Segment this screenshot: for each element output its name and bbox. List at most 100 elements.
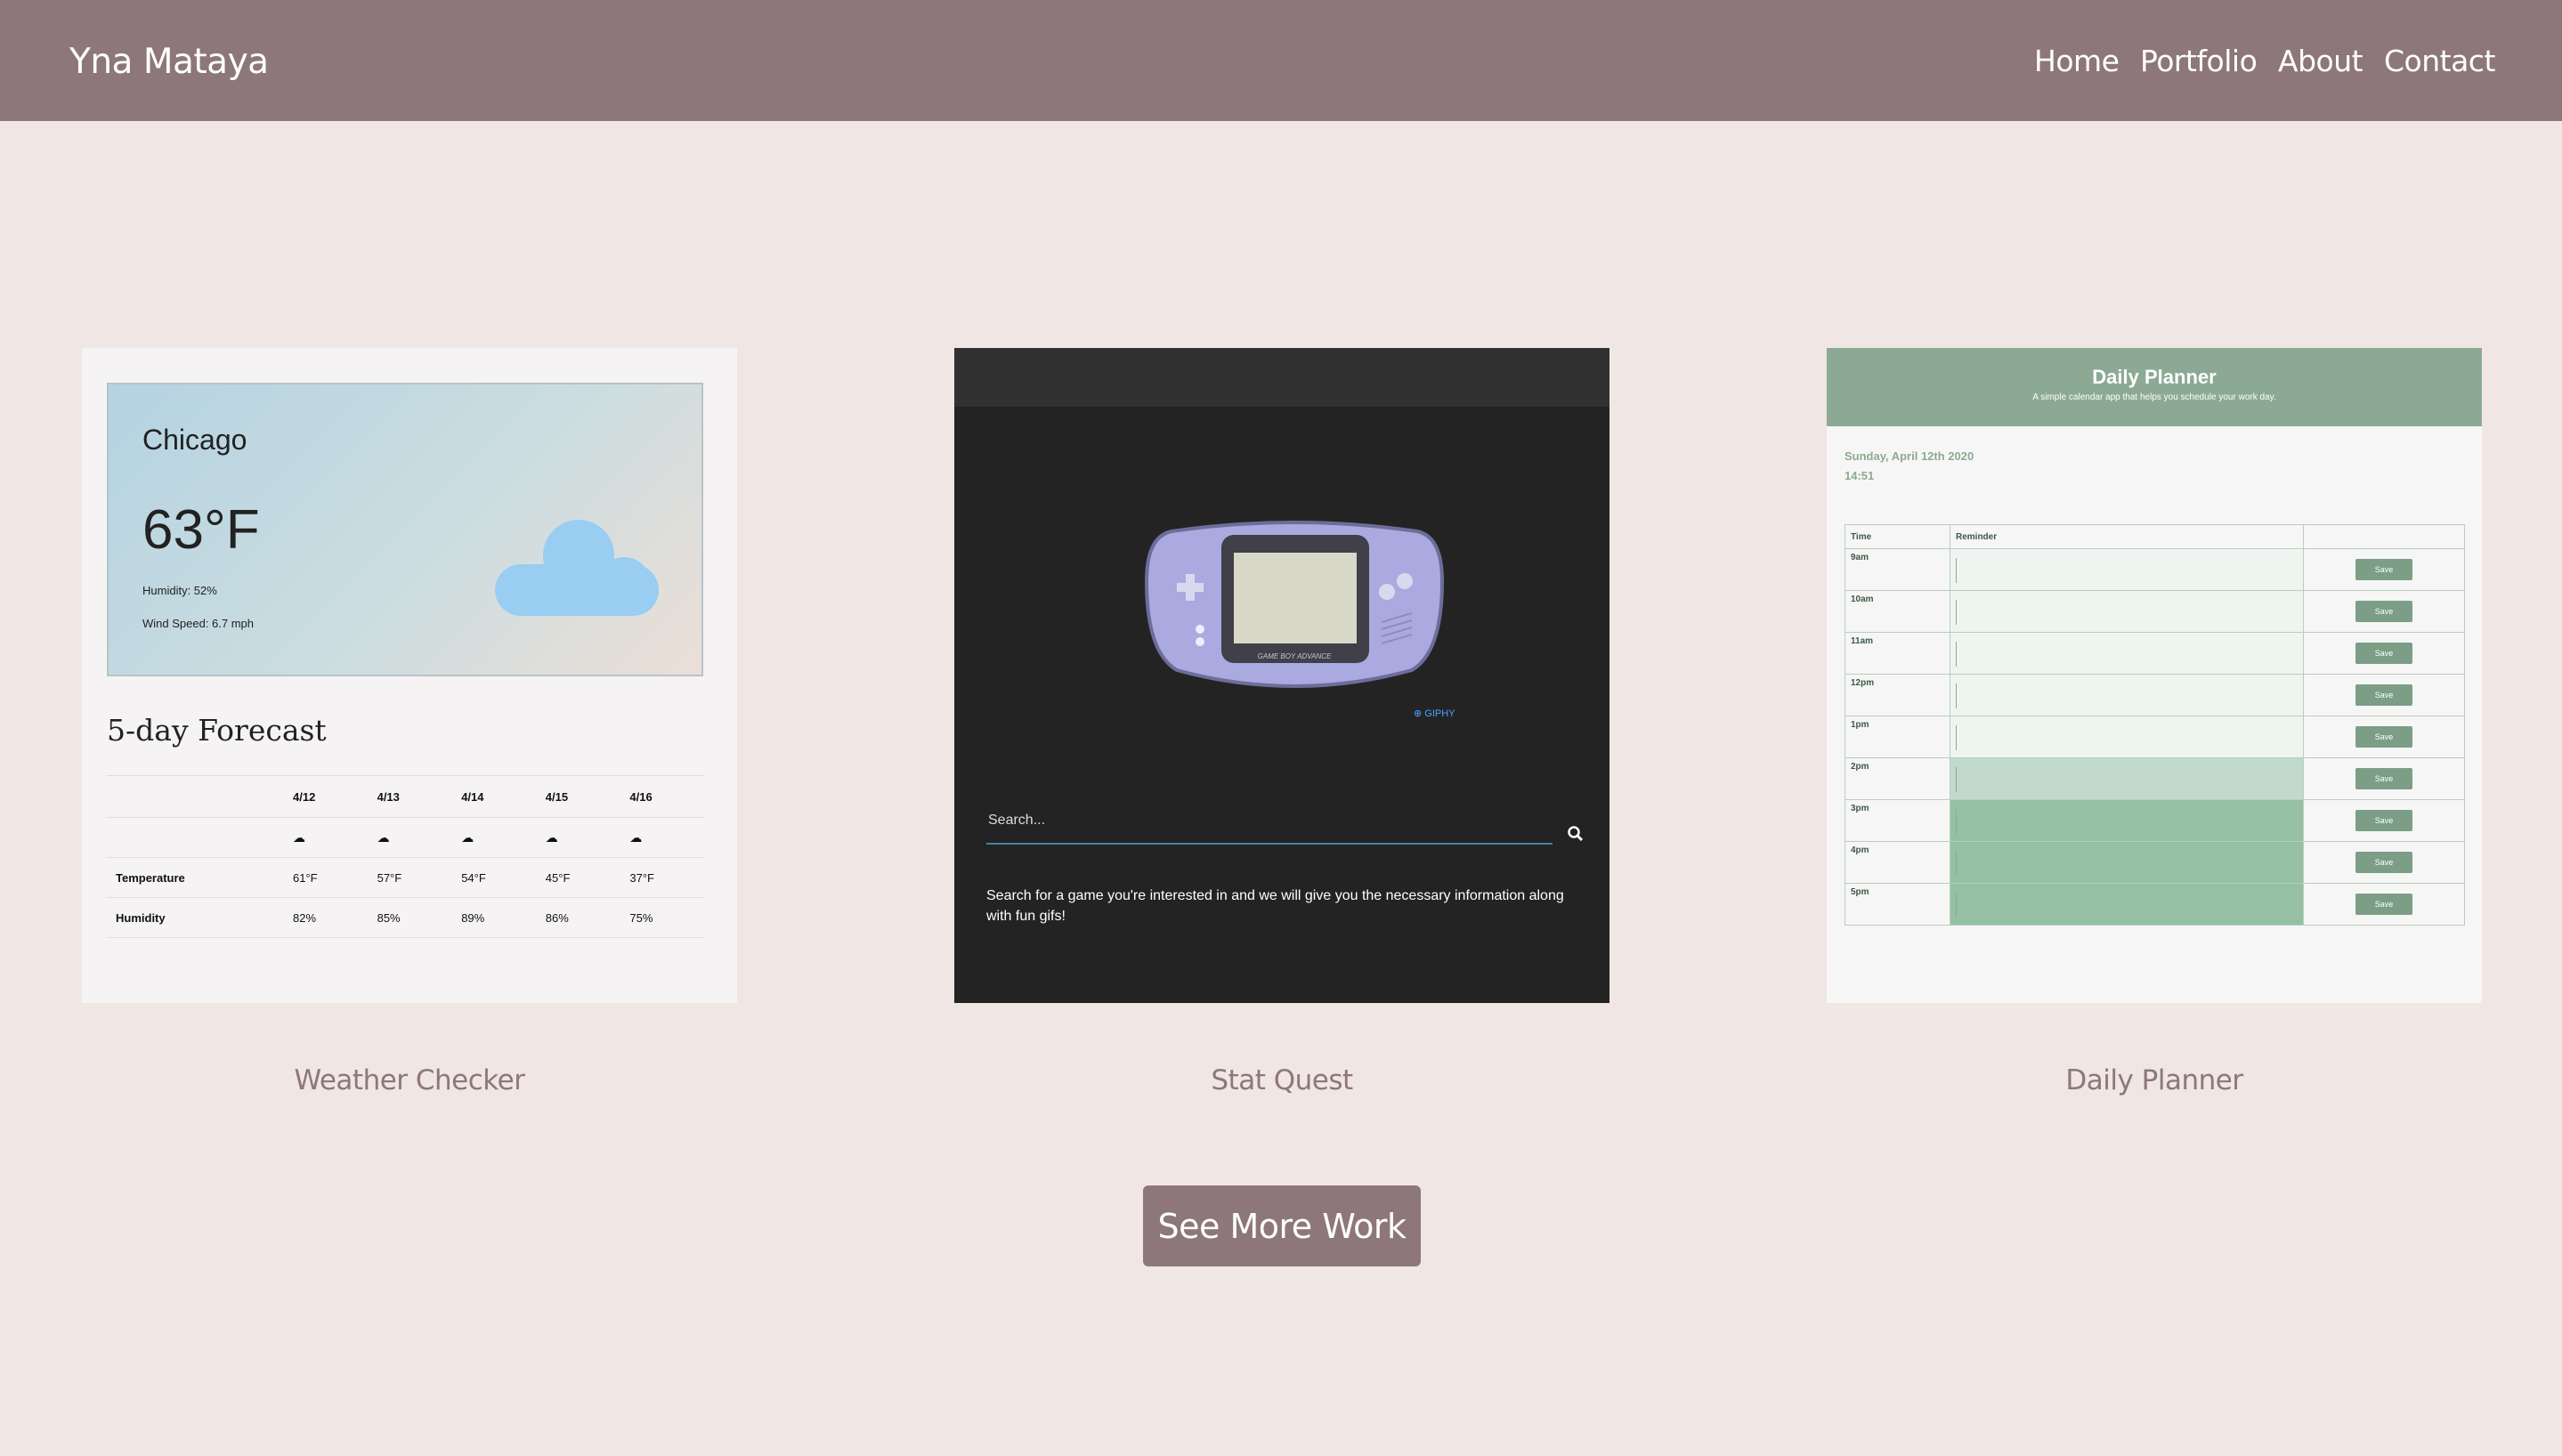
hour-label: 2pm	[1844, 757, 1950, 800]
search-icon[interactable]	[1567, 825, 1585, 843]
project-thumbnail-weather-checker[interactable]: Chicago 63°F Humidity: 52% Wind Speed: 6…	[82, 348, 737, 1003]
brand-logo-link[interactable]: Yna Mataya	[69, 44, 269, 79]
planner-row: 12pm Save	[1844, 674, 2465, 716]
save-cell: Save	[2303, 799, 2465, 842]
save-button[interactable]: Save	[2355, 852, 2412, 873]
save-cell: Save	[2303, 632, 2465, 675]
save-button[interactable]: Save	[2355, 726, 2412, 748]
save-cell: Save	[2303, 757, 2465, 800]
cloud-icon	[495, 520, 659, 616]
hour-label: 1pm	[1844, 716, 1950, 758]
forecast-temp: 45°F	[536, 857, 621, 898]
planner-table: Time Reminder 9am Save 10am Save 11am Save 12p…	[1844, 524, 2465, 926]
forecast-date: 4/14	[452, 775, 537, 818]
project-thumbnail-stat-quest[interactable]: GAME BOY ADVANCE ⊕ GIPHY Search... Searc…	[954, 348, 1609, 1003]
planner-row: 2pm Save	[1844, 757, 2465, 800]
forecast-humidity: 89%	[452, 897, 537, 938]
current-temperature: 63°F	[142, 499, 260, 561]
forecast-humidity: 75%	[620, 897, 705, 938]
forecast-table: 4/12 4/13 4/14 4/15 4/16 ☁ ☁ ☁ ☁ ☁ Tempe…	[107, 775, 705, 938]
stat-quest-header-bar	[954, 348, 1609, 407]
forecast-date: 4/15	[536, 775, 621, 818]
rain-cloud-icon: ☁	[629, 829, 643, 845]
planner-title: Daily Planner	[2092, 366, 2217, 388]
hour-label: 11am	[1844, 632, 1950, 675]
nav-link-about[interactable]: About	[2278, 46, 2363, 76]
reminder-textarea[interactable]	[1950, 590, 2304, 633]
planner-subtitle: A simple calendar app that helps you sch…	[2032, 392, 2276, 402]
see-more-work-button[interactable]: See More Work	[1143, 1185, 1421, 1266]
reminder-textarea[interactable]	[1950, 716, 2304, 758]
giphy-attribution: ⊕ GIPHY	[1414, 708, 1455, 719]
project-title-weather-checker[interactable]: Weather Checker	[82, 1064, 737, 1096]
planner-row: 1pm Save	[1844, 716, 2465, 758]
planner-row: 5pm Save	[1844, 883, 2465, 926]
row-label-humidity: Humidity	[107, 897, 284, 938]
stat-quest-description: Search for a game you're interested in a…	[986, 888, 1564, 924]
city-name: Chicago	[142, 424, 247, 456]
reminder-textarea[interactable]	[1950, 757, 2304, 800]
project-title-daily-planner[interactable]: Daily Planner	[1827, 1064, 2482, 1096]
forecast-humidity: 86%	[536, 897, 621, 938]
save-cell: Save	[2303, 590, 2465, 633]
nav-link-contact[interactable]: Contact	[2384, 46, 2495, 76]
forecast-date: 4/16	[620, 775, 705, 818]
planner-row: 3pm Save	[1844, 799, 2465, 842]
reminder-textarea[interactable]	[1950, 883, 2304, 926]
planner-clock: 14:51	[1844, 469, 1875, 482]
reminder-textarea[interactable]	[1950, 674, 2304, 716]
reminder-textarea[interactable]	[1950, 632, 2304, 675]
forecast-date: 4/12	[284, 775, 369, 818]
forecast-date: 4/13	[368, 775, 453, 818]
planner-row: 11am Save	[1844, 632, 2465, 675]
search-placeholder: Search...	[988, 813, 1046, 828]
hour-label: 9am	[1844, 548, 1950, 591]
planner-header: Daily Planner A simple calendar app that…	[1827, 348, 2482, 426]
game-search-input[interactable]: Search...	[986, 813, 1553, 845]
project-title-stat-quest[interactable]: Stat Quest	[954, 1064, 1609, 1096]
planner-date: Sunday, April 12th 2020	[1844, 449, 1974, 463]
hour-label: 12pm	[1844, 674, 1950, 716]
save-cell: Save	[2303, 548, 2465, 591]
rain-cloud-icon: ☁	[461, 829, 474, 845]
save-button[interactable]: Save	[2355, 559, 2412, 580]
nav-link-portfolio[interactable]: Portfolio	[2140, 46, 2258, 76]
current-weather-panel: Chicago 63°F Humidity: 52% Wind Speed: 6…	[107, 383, 703, 676]
save-cell: Save	[2303, 716, 2465, 758]
top-navbar: Yna Mataya Home Portfolio About Contact	[0, 0, 2562, 121]
reminder-textarea[interactable]	[1950, 548, 2304, 591]
save-button[interactable]: Save	[2355, 810, 2412, 831]
forecast-humidity: 85%	[368, 897, 453, 938]
hour-label: 4pm	[1844, 841, 1950, 884]
hour-label: 5pm	[1844, 883, 1950, 926]
rain-cloud-icon: ☁	[545, 829, 558, 845]
console-label: GAME BOY ADVANCE	[1258, 652, 1332, 660]
save-cell: Save	[2303, 883, 2465, 926]
col-header-time: Time	[1844, 524, 1950, 549]
reminder-textarea[interactable]	[1950, 799, 2304, 842]
save-button[interactable]: Save	[2355, 894, 2412, 915]
nav-link-home[interactable]: Home	[2034, 46, 2120, 76]
reminder-textarea[interactable]	[1950, 841, 2304, 884]
project-thumbnail-daily-planner[interactable]: Daily Planner A simple calendar app that…	[1827, 348, 2482, 1003]
humidity-text: Humidity: 52%	[142, 584, 217, 597]
hour-label: 3pm	[1844, 799, 1950, 842]
save-button[interactable]: Save	[2355, 601, 2412, 622]
save-button[interactable]: Save	[2355, 684, 2412, 706]
row-label-temperature: Temperature	[107, 857, 284, 898]
forecast-heading: 5-day Forecast	[107, 713, 327, 748]
rain-cloud-icon: ☁	[293, 829, 305, 845]
wind-speed-text: Wind Speed: 6.7 mph	[142, 617, 255, 630]
save-cell: Save	[2303, 674, 2465, 716]
forecast-temp: 54°F	[452, 857, 537, 898]
save-button[interactable]: Save	[2355, 768, 2412, 789]
game-boy-advance-image: GAME BOY ADVANCE	[1145, 521, 1444, 688]
forecast-humidity: 82%	[284, 897, 369, 938]
hour-label: 10am	[1844, 590, 1950, 633]
rain-cloud-icon: ☁	[377, 829, 390, 845]
planner-row: 10am Save	[1844, 590, 2465, 633]
forecast-temp: 57°F	[368, 857, 453, 898]
forecast-temp: 37°F	[620, 857, 705, 898]
planner-row: 9am Save	[1844, 548, 2465, 591]
save-button[interactable]: Save	[2355, 643, 2412, 664]
